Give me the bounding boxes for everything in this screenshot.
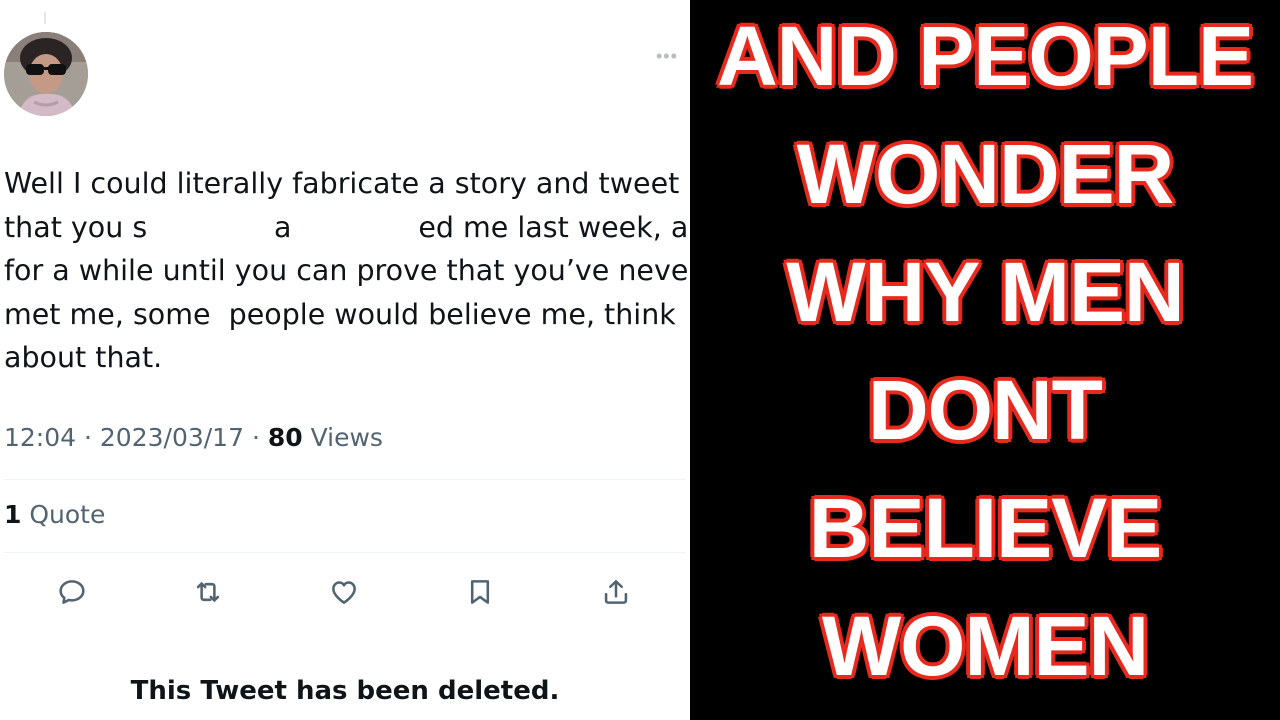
caption-line: BELIEVE — [807, 480, 1163, 577]
caption-line: WOMEN — [820, 598, 1150, 695]
deleted-tweet-notice: This Tweet has been deleted. — [130, 676, 560, 706]
tweet-date[interactable]: 2023/03/17 — [100, 423, 244, 452]
caption-line: WONDER — [795, 126, 1176, 223]
divider — [4, 552, 686, 553]
bookmark-button[interactable] — [460, 572, 500, 612]
tweet-text: Well I could literally fabricate a story… — [4, 162, 690, 380]
bookmark-icon — [470, 580, 490, 604]
separator-dot: · — [251, 423, 268, 452]
avatar[interactable] — [4, 32, 88, 116]
caption-panel: AND PEOPLE WONDER WHY MEN DONT BELIEVE W… — [690, 0, 1280, 720]
caption-line: DONT — [867, 362, 1105, 459]
tweet-text-line: met me, some people would believe me, th… — [4, 297, 676, 331]
share-button[interactable] — [596, 572, 636, 612]
caption-line: AND PEOPLE — [715, 8, 1255, 105]
tweet-text-line: that you s a ed me last week, and — [4, 210, 690, 244]
quote-count-link[interactable]: 1 Quote — [4, 500, 105, 529]
tweet-text-line: about that. — [4, 341, 163, 374]
retweet-icon — [196, 582, 220, 602]
tweet-time[interactable]: 12:04 — [4, 423, 76, 452]
views-count: 80 — [267, 423, 303, 452]
like-button[interactable] — [324, 572, 364, 612]
caption-headline: AND PEOPLE WONDER WHY MEN DONT BELIEVE W… — [690, 0, 1280, 720]
like-icon — [332, 581, 356, 604]
avatar-image — [4, 32, 88, 116]
views-label: Views — [310, 423, 383, 452]
tweet-metadata: 12:04 · 2023/03/17 · 80 Views — [4, 423, 383, 452]
quote-count: 1 — [4, 500, 22, 529]
share-icon — [604, 580, 628, 604]
top-divider-mark — [44, 12, 46, 24]
separator-dot: · — [84, 423, 100, 452]
caption-line: WHY MEN — [785, 244, 1186, 341]
tweet-text-line: for a while until you can prove that you… — [4, 254, 690, 287]
more-options-icon[interactable]: ••• — [656, 46, 686, 66]
reply-button[interactable] — [52, 572, 92, 612]
tweet-screenshot: ••• Well I could literally fabricate a s… — [0, 0, 690, 720]
tweet-text-line: Well I could literally fabricate a story… — [4, 167, 680, 200]
reply-icon — [59, 580, 85, 604]
retweet-button[interactable] — [188, 572, 228, 612]
quote-label: Quote — [29, 500, 106, 529]
divider — [4, 479, 686, 480]
